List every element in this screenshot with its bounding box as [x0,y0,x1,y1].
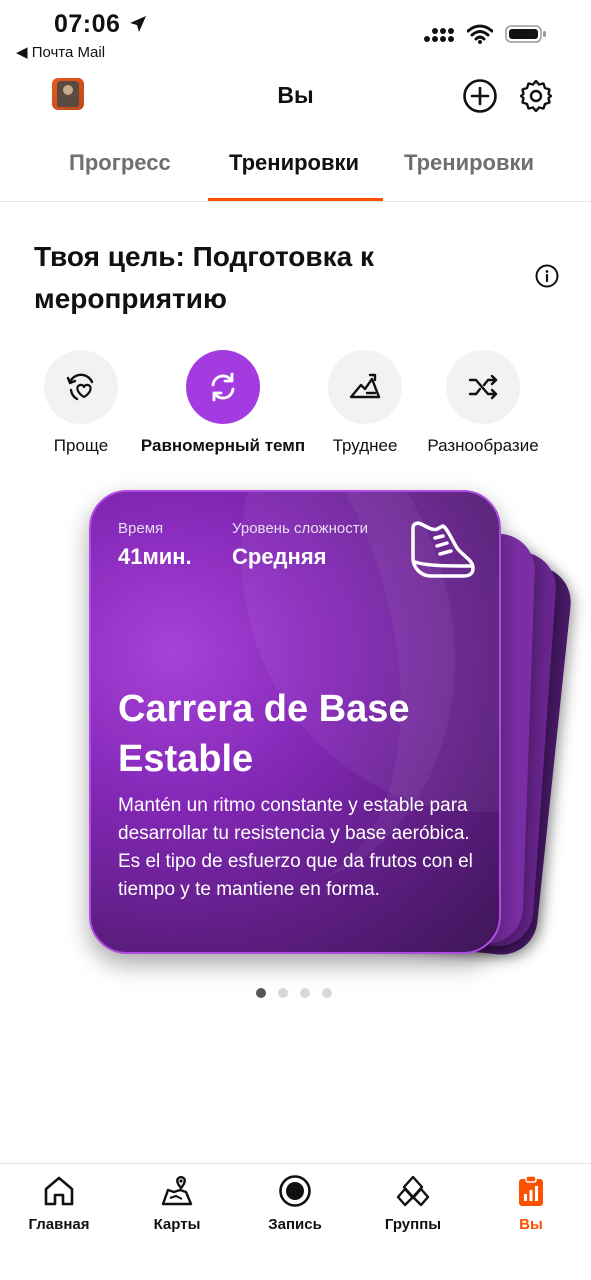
record-icon [279,1175,311,1207]
difficulty-label: Уровень сложности [232,520,368,537]
shuffle-icon [468,374,498,400]
battery-icon [505,25,546,43]
nav-maps[interactable]: Карты [122,1174,232,1233]
nav-you[interactable]: Вы [476,1174,586,1233]
time-label: Время [118,520,164,537]
difficulty-value: Средняя [232,544,327,569]
nav-you-label: Вы [519,1216,543,1233]
option-variety[interactable]: Разнообразие [427,350,539,456]
uphill-icon [349,373,381,399]
groups-icon [396,1175,430,1207]
back-to-mail-link[interactable]: ◀ Почта Mail [16,43,105,61]
you-icon [519,1175,543,1206]
nav-record-label: Запись [268,1216,322,1233]
pagination-dots [256,988,332,998]
cellular-signal-icon [424,28,454,42]
gear-icon[interactable] [518,78,554,114]
location-arrow-icon [130,16,146,32]
nav-groups[interactable]: Группы [358,1174,468,1233]
option-harder-circle[interactable] [328,350,402,424]
option-variety-label: Разнообразие [427,436,539,455]
option-steady-label: Равномерный темп [140,436,306,455]
option-variety-circle[interactable] [446,350,520,424]
tab-progress[interactable]: Прогресс [69,150,171,176]
add-icon[interactable] [462,78,498,114]
bottom-nav: Главная Карты Запись Группы Вы [0,1163,591,1280]
option-easier-circle[interactable] [44,350,118,424]
workout-description: Mantén un ritmo constante y estable para… [118,795,473,900]
tab-workouts[interactable]: Тренировки [229,150,359,176]
pagination-dot-2[interactable] [278,988,288,998]
tab-bar: Прогресс Тренировки Тренировки [0,138,591,202]
option-harder-label: Труднее [332,436,398,455]
option-easier-label: Проще [53,436,109,455]
option-harder[interactable]: Труднее [328,350,402,456]
nav-record[interactable]: Запись [240,1174,350,1233]
map-icon [161,1175,193,1206]
page-title: Вы [277,82,314,108]
option-steady[interactable]: Равномерный темп [141,350,305,456]
tab-workouts-2[interactable]: Тренировки [404,150,534,176]
workout-title: Carrera de Base Estable [118,688,410,780]
top-nav: Вы [0,66,591,130]
status-time: 07:06 [54,10,121,38]
refresh-icon [211,372,235,402]
wifi-icon [467,24,493,44]
goal-title: Твоя цель: Подготовка к мероприятию [34,241,374,314]
nav-home-label: Главная [28,1216,90,1233]
status-bar: 07:06 ◀ Почта Mail [0,0,591,66]
pagination-dot-3[interactable] [300,988,310,998]
time-value: 41мин. [118,544,192,569]
option-easier[interactable]: Проще [44,350,118,456]
option-steady-circle[interactable] [186,350,260,424]
active-tab-indicator [208,198,383,201]
running-shoe-icon [411,521,475,578]
pagination-dot-1[interactable] [256,988,266,998]
heart-cycle-icon [66,373,94,401]
home-icon [44,1176,74,1206]
workout-card[interactable]: Время 41мин. Уровень сложности Средняя C… [89,490,501,954]
nav-home[interactable]: Главная [4,1174,114,1233]
nav-groups-label: Группы [384,1216,442,1233]
pagination-dot-4[interactable] [322,988,332,998]
info-icon[interactable] [535,264,559,288]
nav-maps-label: Карты [153,1216,201,1233]
